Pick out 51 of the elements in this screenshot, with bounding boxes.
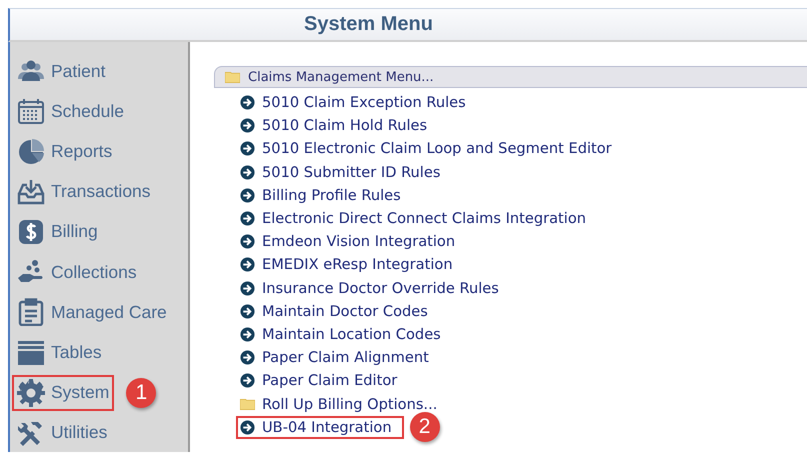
sidebar-item[interactable]: Collections — [12, 254, 142, 290]
menu-link[interactable]: EMEDIX eResp Integration — [236, 253, 457, 276]
menu-link[interactable]: 5010 Electronic Claim Loop and Segment Editor — [236, 137, 616, 160]
inbox-icon — [17, 178, 45, 206]
pie-chart-icon — [17, 138, 45, 166]
arrow-circle-icon — [240, 350, 255, 366]
menu-group-title: Claims Management Menu... — [248, 70, 434, 84]
menu-link[interactable]: Emdeon Vision Integration — [236, 230, 460, 254]
settings-icon — [17, 378, 45, 407]
sidebar-item[interactable]: Managed Care — [12, 294, 172, 330]
arrow-circle-icon — [240, 141, 255, 156]
sidebar-item[interactable]: Transactions — [12, 174, 156, 210]
step-badge: 1 — [126, 378, 156, 408]
arrow-circle-icon — [240, 420, 255, 435]
arrow-circle-icon — [240, 280, 255, 296]
step-badge: 2 — [410, 412, 440, 442]
menu-link[interactable]: Maintain Location Codes — [236, 322, 445, 346]
menu-link[interactable]: 5010 Claim Hold Rules — [236, 114, 432, 138]
arrow-circle-icon — [240, 95, 255, 110]
arrow-circle-icon — [240, 304, 255, 319]
dollar-icon — [17, 218, 45, 246]
window-title: System Menu — [304, 13, 433, 36]
sidebar-item[interactable]: Utilities — [12, 414, 112, 451]
arrow-circle-icon — [240, 373, 255, 388]
arrow-circle-icon — [240, 118, 255, 134]
arrow-circle-icon — [240, 326, 255, 342]
calendar-icon — [17, 97, 45, 126]
arrow-circle-icon — [240, 211, 255, 226]
menu-group-header[interactable]: Claims Management Menu... — [214, 66, 807, 88]
menu-link[interactable]: UB-04 Integration — [236, 416, 404, 439]
sidebar-item[interactable]: Schedule — [12, 93, 129, 130]
arrow-circle-icon — [240, 257, 255, 272]
menu-link[interactable]: Insurance Doctor Override Rules — [236, 276, 503, 300]
sidebar-item[interactable]: Patient — [12, 53, 110, 90]
menu-link[interactable]: Electronic Direct Connect Claims Integration — [236, 207, 590, 230]
arrow-circle-icon — [240, 234, 255, 250]
menu-link[interactable]: 5010 Submitter ID Rules — [236, 160, 444, 184]
drawer-icon — [17, 338, 45, 367]
menu-link[interactable]: 5010 Claim Exception Rules — [236, 91, 470, 114]
menu-link[interactable]: Maintain Doctor Codes — [236, 300, 432, 323]
clipboard-icon — [17, 298, 45, 326]
sidebar-item[interactable]: Tables — [12, 334, 107, 371]
menu-link[interactable]: Paper Claim Alignment — [236, 346, 433, 370]
sidebar-item[interactable]: Reports — [12, 134, 118, 170]
arrow-circle-icon — [240, 164, 255, 180]
folder-icon — [240, 398, 255, 410]
menu-link[interactable]: Billing Profile Rules — [236, 184, 405, 207]
sidebar-item[interactable]: Billing — [12, 214, 103, 250]
arrow-circle-icon — [240, 188, 255, 203]
menu-link[interactable]: Paper Claim Editor — [236, 369, 402, 392]
folder-icon — [225, 71, 240, 83]
